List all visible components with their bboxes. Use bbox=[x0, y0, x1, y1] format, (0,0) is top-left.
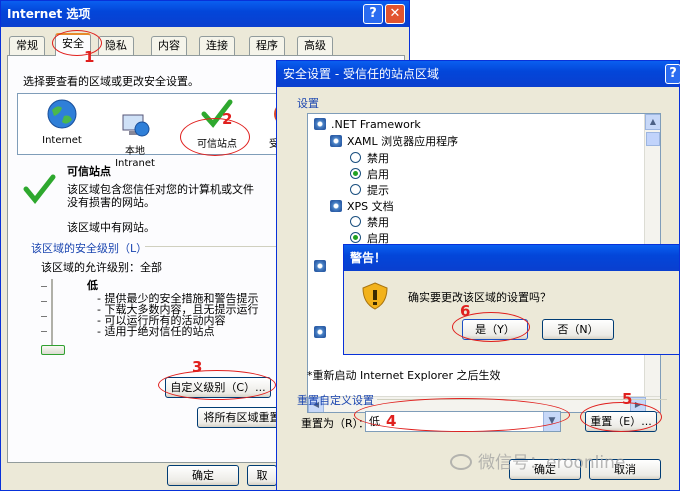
zone-description: 该区域包含您信任对您的计算机或文件没有损害的网站。 bbox=[67, 183, 254, 209]
tab-programs[interactable]: 程序 bbox=[249, 36, 285, 56]
level-slider-thumb[interactable] bbox=[41, 345, 65, 355]
security-settings-titlebar: 安全设置 - 受信任的站点区域 bbox=[277, 61, 679, 87]
tab-content[interactable]: 内容 bbox=[151, 36, 187, 56]
annotation-number: 4 bbox=[386, 412, 397, 430]
slider-tick bbox=[41, 316, 47, 317]
restart-note: *重新启动 Internet Explorer 之后生效 bbox=[307, 369, 501, 382]
level-name: 低 bbox=[87, 279, 98, 292]
slider-tick bbox=[41, 301, 47, 302]
help-button[interactable]: ? bbox=[363, 4, 383, 24]
window-title: Internet 选项 bbox=[7, 7, 91, 21]
zone-internet[interactable]: Internet bbox=[32, 98, 92, 146]
zone-sites-note: 该区域中有网站。 bbox=[67, 221, 155, 234]
internet-options-titlebar: Internet 选项 bbox=[1, 1, 409, 27]
annotation-number: 2 bbox=[222, 110, 233, 128]
zone-prompt: 选择要查看的区域或更改安全设置。 bbox=[23, 75, 199, 88]
radio-icon bbox=[350, 152, 361, 163]
ok-button[interactable]: 确定 bbox=[167, 465, 239, 486]
radio-xaml-enable[interactable]: 启用 bbox=[350, 166, 389, 182]
settings-gear-icon bbox=[314, 118, 326, 130]
settings-gear-icon bbox=[330, 135, 342, 147]
security-level-group-label: 该区域的安全级别（L） bbox=[31, 242, 148, 255]
annotation-number: 1 bbox=[84, 48, 95, 66]
radio-xaml-disable[interactable]: 禁用 bbox=[350, 150, 389, 166]
settings-gear-icon bbox=[314, 260, 326, 272]
warning-title: 警告！ bbox=[350, 251, 387, 265]
window-title: 安全设置 - 受信任的站点区域 bbox=[283, 67, 439, 81]
globe-icon bbox=[47, 99, 77, 129]
annotation-ellipse bbox=[180, 118, 250, 156]
zone-title: 可信站点 bbox=[67, 165, 111, 178]
wechat-icon bbox=[450, 454, 472, 470]
scroll-thumb[interactable] bbox=[646, 132, 660, 146]
warning-shield-icon bbox=[362, 282, 388, 310]
reset-group-label: 重置自定义设置 bbox=[297, 394, 374, 407]
scroll-up-icon[interactable]: ▲ bbox=[645, 114, 660, 130]
tab-privacy[interactable]: 隐私 bbox=[98, 36, 134, 56]
tab-advanced[interactable]: 高级 bbox=[297, 36, 333, 56]
warning-titlebar: 警告！ bbox=[344, 245, 679, 271]
reset-all-zones-button[interactable]: 将所有区域重置 bbox=[197, 407, 287, 428]
radio-xps-disable[interactable]: 禁用 bbox=[350, 214, 389, 230]
setting-item-partial bbox=[314, 260, 331, 273]
radio-xaml-prompt[interactable]: 提示 bbox=[350, 182, 389, 198]
setting-item-partial bbox=[314, 326, 331, 339]
level-slider-track bbox=[51, 279, 53, 353]
computer-globe-icon bbox=[122, 114, 150, 137]
radio-selected-icon bbox=[350, 232, 361, 243]
slider-tick bbox=[41, 286, 47, 287]
settings-group-label: 设置 bbox=[297, 97, 319, 110]
slider-tick bbox=[41, 331, 47, 332]
annotation-ellipse bbox=[158, 370, 276, 400]
annotation-ellipse bbox=[580, 402, 662, 432]
zone-intranet[interactable]: 本地 Intranet bbox=[104, 98, 166, 181]
settings-gear-icon bbox=[314, 326, 326, 338]
cancel-button[interactable]: 取 bbox=[247, 465, 277, 486]
warning-message: 确实要更改该区域的设置吗？ bbox=[408, 291, 551, 304]
no-button[interactable]: 否（N） bbox=[542, 319, 614, 340]
zone-label: 本地 Intranet bbox=[115, 146, 155, 169]
trusted-check-icon bbox=[23, 174, 56, 205]
settings-gear-icon bbox=[330, 200, 342, 212]
zone-label: Internet bbox=[42, 135, 82, 146]
tab-connections[interactable]: 连接 bbox=[199, 36, 235, 56]
annotation-number: 6 bbox=[460, 302, 471, 320]
setting-xps: XPS 文档 bbox=[330, 198, 394, 214]
allowed-levels-label: 该区域的允许级别：全部 bbox=[41, 261, 162, 274]
close-button[interactable]: ✕ bbox=[385, 4, 405, 24]
radio-selected-icon bbox=[350, 168, 361, 179]
annotation-number: 5 bbox=[622, 390, 633, 408]
annotation-ellipse bbox=[52, 30, 102, 56]
radio-icon bbox=[350, 216, 361, 227]
help-button[interactable]: ? bbox=[665, 64, 680, 84]
tab-general[interactable]: 常规 bbox=[9, 36, 45, 56]
annotation-number: 3 bbox=[192, 358, 203, 376]
watermark: 微信号：eroonline bbox=[450, 448, 676, 473]
setting-dotnet: .NET Framework bbox=[314, 118, 421, 131]
setting-xaml: XAML 浏览器应用程序 bbox=[330, 133, 458, 149]
radio-icon bbox=[350, 184, 361, 195]
